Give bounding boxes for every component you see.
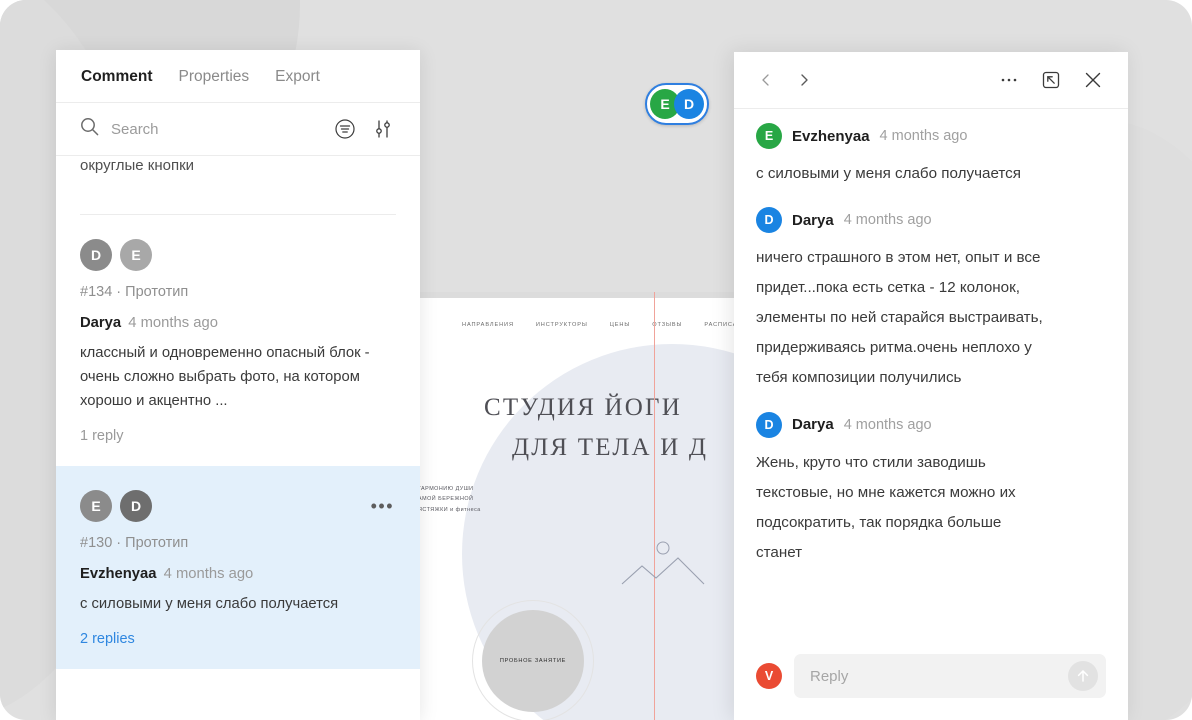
comment-card-134[interactable]: D E #134 · Прототип Darya 4 months ago к… [56, 215, 420, 466]
app-root: НАПРАВЛЕНИЯ ИНСТРУКТОРЫ ЦЕНЫ ОТЗЫВЫ РАСП… [0, 0, 1192, 720]
message-body: Жень, круто что стили заводишь текстовые… [756, 453, 1016, 561]
comment-author-line: Evzhenyaa 4 months ago [80, 566, 396, 582]
search-icon [80, 117, 99, 141]
clipped-comment-text: округлые кнопки [80, 157, 195, 174]
artboard-subtitle-line1: ГАРМОНИЮ ДУШИ [418, 486, 474, 492]
artboard-title-line1: СТУДИЯ ЙОГИ [484, 394, 682, 421]
thread-header [734, 52, 1128, 108]
tab-comment[interactable]: Comment [81, 68, 152, 86]
message-time: 4 months ago [843, 212, 932, 229]
avatar: D [756, 207, 782, 234]
message-time: 4 months ago [879, 128, 968, 144]
artboard-subtitle-line2: АМОЙ БЕРЕЖНОЙ [418, 496, 474, 503]
message-body: с силовыми у меня слабо получается [756, 165, 1021, 182]
avatar: D [756, 411, 782, 438]
comment-id-label: #134 · Прототип [80, 284, 189, 301]
expand-box-icon[interactable] [1036, 65, 1066, 95]
comment-body: классный и одновременно опасный блок - о… [80, 345, 370, 410]
close-icon[interactable] [1078, 65, 1108, 95]
canvas-comment-marker[interactable]: E D [645, 83, 709, 125]
message-author: Darya [792, 211, 834, 229]
artboard-subtitle-line3: ЯСТЯЖКИ и фитнеса [418, 506, 481, 513]
marker-avatar-d: D [674, 89, 704, 119]
chevron-right-icon[interactable] [790, 66, 818, 94]
filter-lines-circle-icon[interactable] [332, 116, 358, 142]
thread-messages[interactable]: E Evzhenyaa 4 months ago с силовыми у ме… [734, 109, 1128, 640]
comment-time: 4 months ago [163, 566, 254, 583]
comment-id-label: #130 · Прототип [80, 535, 189, 552]
thread-message: E Evzhenyaa 4 months ago с силовыми у ме… [756, 123, 1106, 189]
reply-input[interactable] [810, 667, 1068, 685]
more-horizontal-icon[interactable]: ••• [371, 497, 394, 515]
artboard-topbar [418, 292, 778, 298]
reply-box[interactable] [794, 654, 1106, 698]
arrow-up-circle-icon[interactable] [1068, 661, 1098, 691]
avatar: E [120, 239, 152, 272]
thread-message: D Darya 4 months ago ничего страшного в … [756, 207, 1106, 393]
search-input[interactable] [111, 120, 320, 138]
artboard-nav-item: ИНСТРУКТОРЫ [535, 322, 588, 328]
reply-row: V [734, 640, 1128, 720]
avatar-row: D E [80, 239, 396, 272]
comment-card-130[interactable]: E D ••• #130 · Прототип Evzhenyaa 4 mont… [56, 466, 420, 670]
message-time: 4 months ago [843, 416, 932, 433]
artboard-nav: НАПРАВЛЕНИЯ ИНСТРУКТОРЫ ЦЕНЫ ОТЗЫВЫ РАСП… [462, 322, 752, 328]
avatar: E [80, 490, 112, 523]
comment-replies-link[interactable]: 2 replies [80, 631, 396, 647]
message-header: E Evzhenyaa 4 months ago [756, 123, 1106, 149]
artboard-nav-item: ЦЕНЫ [609, 322, 631, 328]
comments-list[interactable]: округлые кнопки D E #134 · Прототип Dary… [56, 156, 420, 702]
search-row [56, 103, 420, 155]
artboard-preview[interactable]: НАПРАВЛЕНИЯ ИНСТРУКТОРЫ ЦЕНЫ ОТЗЫВЫ РАСП… [418, 292, 778, 720]
more-horizontal-icon[interactable] [994, 65, 1024, 95]
comment-author: Darya [80, 315, 122, 332]
current-user-avatar: V [756, 663, 782, 689]
message-author: Darya [792, 416, 834, 434]
avatar: E [756, 123, 782, 149]
artboard-nav-item: ОТЗЫВЫ [652, 322, 683, 328]
artboard-trial-badge[interactable]: ПРОБНОЕ ЗАНЯТИЕ [482, 610, 584, 712]
message-header: D Darya 4 months ago [756, 207, 1106, 234]
message-body: ничего страшного в этом нет, опыт и все … [756, 249, 1043, 387]
avatar-row: E D [80, 490, 396, 523]
thread-message: D Darya 4 months ago Жень, круто что сти… [756, 411, 1106, 568]
comments-panel: Comment Properties Export Search округлы… [56, 50, 420, 720]
chevron-left-icon[interactable] [752, 66, 780, 94]
tab-export[interactable]: Export [275, 68, 320, 86]
message-author: Evzhenyaa [792, 127, 870, 145]
artboard-title-line2: ДЛЯ ТЕЛА И Д [512, 434, 709, 461]
tab-properties[interactable]: Properties [178, 68, 249, 86]
avatar: D [80, 239, 112, 272]
comment-body: с силовыми у меня слабо получается [80, 596, 339, 613]
artboard-title: СТУДИЯ ЙОГИ ДЛЯ ТЕЛА И Д [484, 388, 708, 468]
avatar: D [120, 490, 152, 523]
comment-time: 4 months ago [128, 315, 218, 332]
panel-tabs: Comment Properties Export [56, 50, 420, 102]
thread-panel: E Evzhenyaa 4 months ago с силовыми у ме… [734, 52, 1128, 720]
comment-author: Evzhenyaa [80, 566, 157, 583]
artboard-nav-item: НАПРАВЛЕНИЯ [462, 322, 514, 328]
artboard-subtitle: ГАРМОНИЮ ДУШИ АМОЙ БЕРЕЖНОЙ ЯСТЯЖКИ и фи… [418, 484, 481, 515]
artboard-guide-line [654, 292, 656, 720]
sliders-icon[interactable] [370, 116, 396, 142]
comment-author-line: Darya 4 months ago [80, 315, 396, 331]
comment-replies-link[interactable]: 1 reply [80, 428, 396, 444]
message-header: D Darya 4 months ago [756, 411, 1106, 438]
artboard-person-illustration [621, 541, 705, 585]
